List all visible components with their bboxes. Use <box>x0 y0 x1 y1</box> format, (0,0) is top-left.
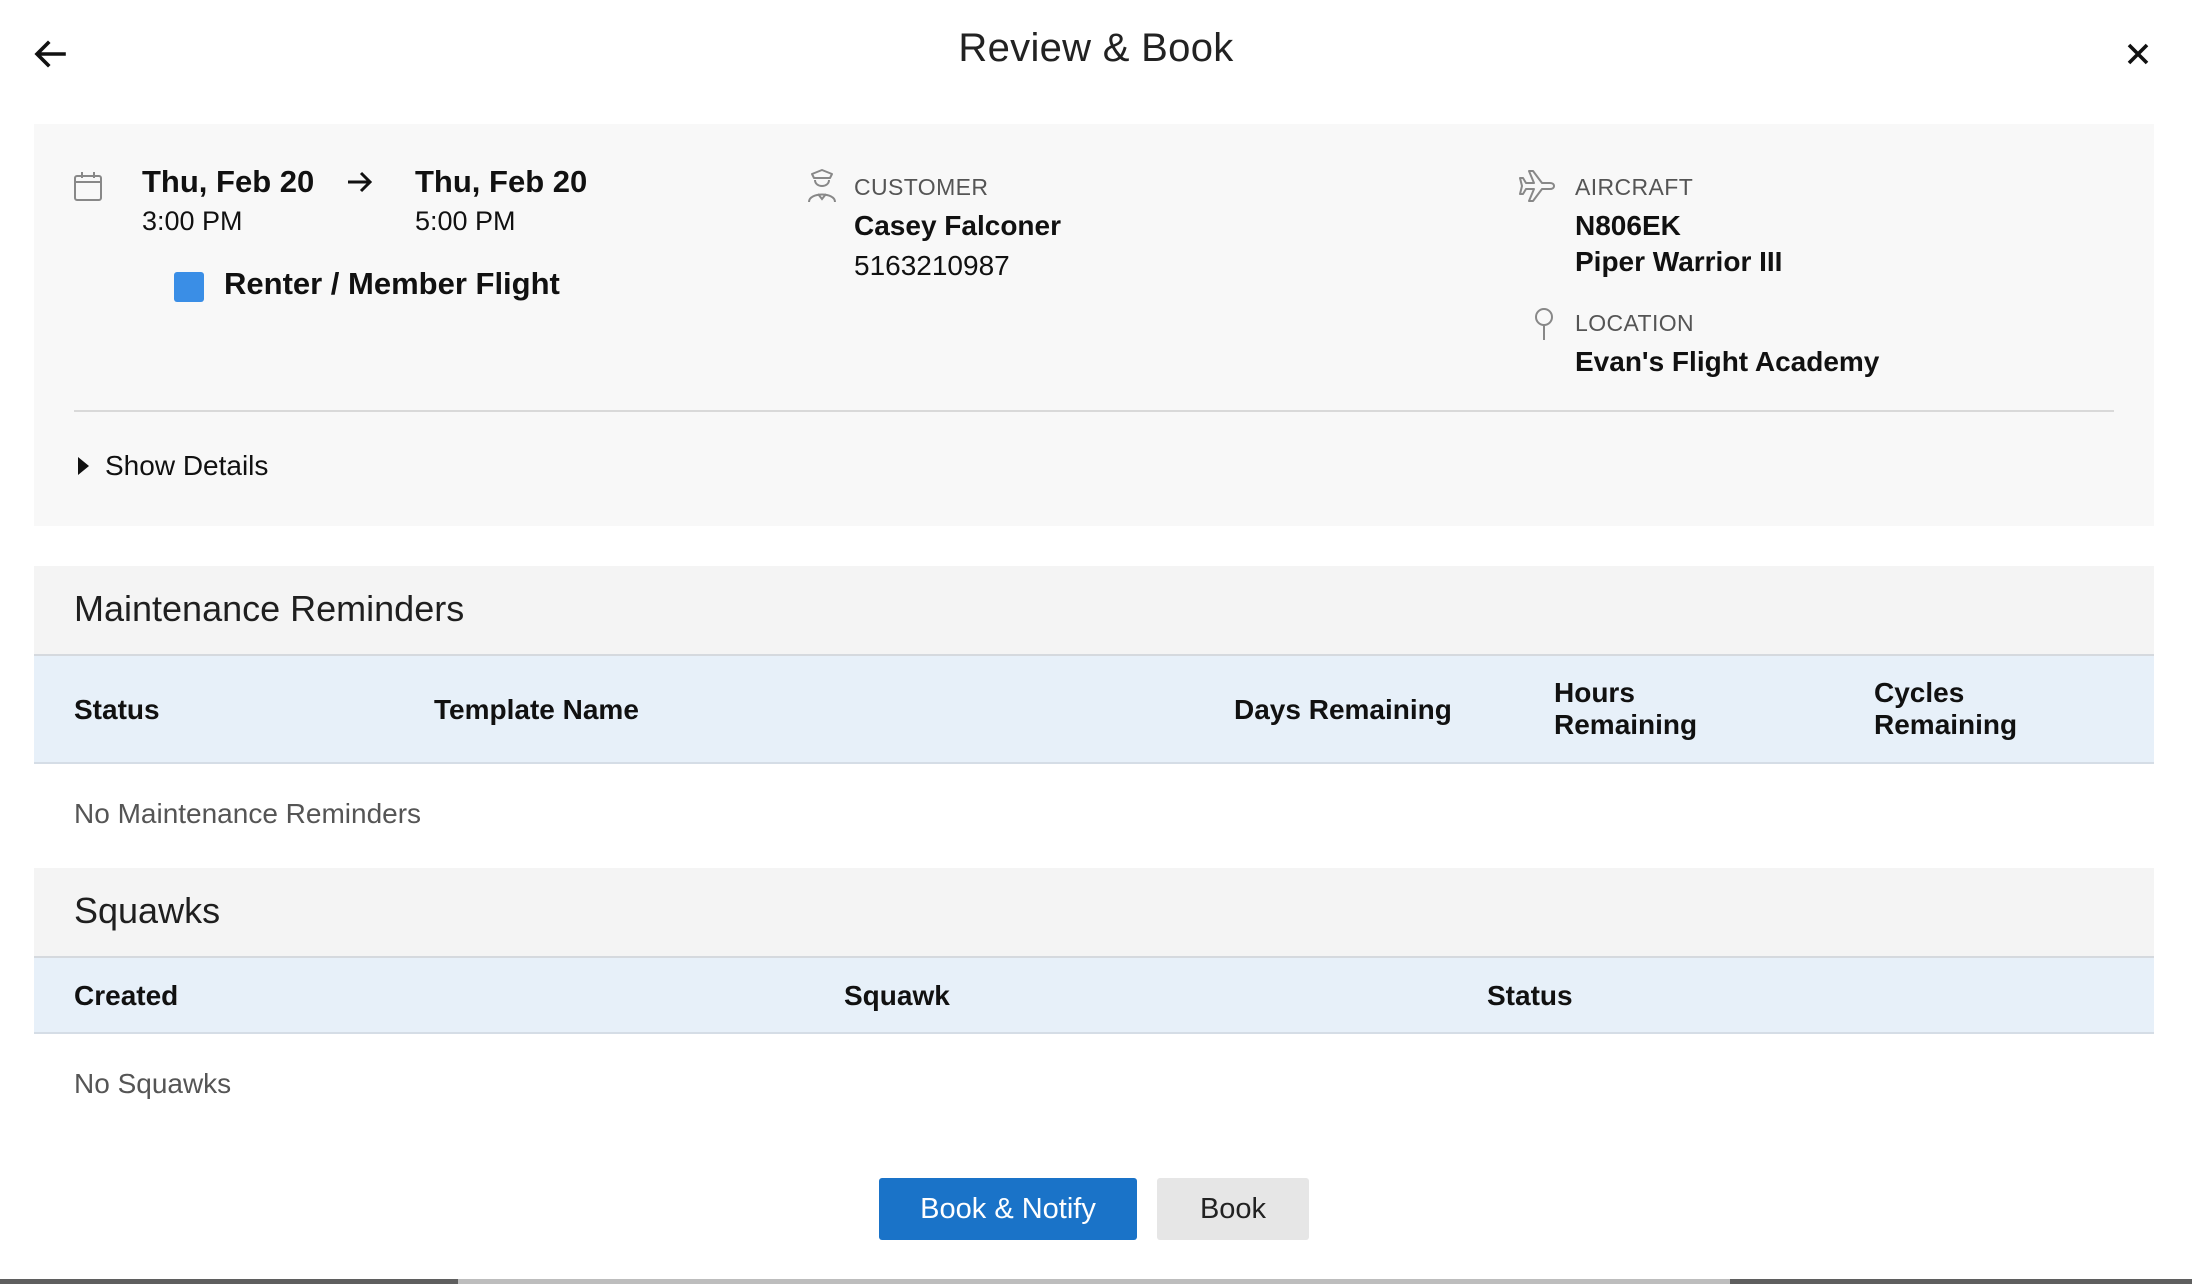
pilot-icon <box>808 169 836 203</box>
end-date: Thu, Feb 20 <box>415 164 588 199</box>
maintenance-table-header: Status Template Name Days Remaining Hour… <box>34 656 2154 764</box>
arrow-right-icon <box>348 171 373 193</box>
calendar-icon <box>74 172 102 201</box>
col-cycles-remaining-line2: Remaining <box>1874 709 2018 740</box>
flight-type-color-swatch <box>174 272 204 302</box>
squawks-section-header: Squawks <box>34 868 2154 958</box>
customer-name: Casey Falconer <box>854 210 1061 241</box>
squawks-section-title: Squawks <box>74 890 221 931</box>
book-and-notify-button[interactable]: Book & Notify <box>879 1178 1137 1240</box>
maintenance-section-header: Maintenance Reminders <box>34 566 2154 656</box>
aircraft-caption: AIRCRAFT <box>1575 174 1694 200</box>
close-icon <box>2127 43 2149 65</box>
maintenance-section-title: Maintenance Reminders <box>74 588 465 629</box>
customer-phone: 5163210987 <box>854 250 1010 281</box>
col-hours-remaining-line2: Remaining <box>1554 709 1698 740</box>
col-status[interactable]: Status <box>74 694 160 726</box>
squawks-empty-message: No Squawks <box>74 1068 232 1099</box>
col-template-name[interactable]: Template Name <box>434 694 639 726</box>
col-cycles-remaining-line1: Cycles <box>1874 677 1965 708</box>
map-pin-icon <box>1535 308 1553 340</box>
show-details-toggle[interactable]: Show Details <box>74 446 268 486</box>
summary-divider <box>74 410 2114 412</box>
caret-right-icon <box>78 457 89 475</box>
show-details-label: Show Details <box>105 450 269 481</box>
squawks-table-header: Created Squawk Status <box>34 958 2154 1034</box>
booking-summary: Thu, Feb 20 3:00 PM Thu, Feb 20 5:00 PM … <box>34 124 2154 526</box>
col-squawk[interactable]: Squawk <box>844 980 950 1012</box>
aircraft-model: Piper Warrior III <box>1575 246 1783 277</box>
customer-caption: CUSTOMER <box>854 174 989 200</box>
dialog-title: Review & Book <box>958 26 1234 70</box>
col-hours-remaining-line1: Hours <box>1554 677 1635 708</box>
col-cycles-remaining[interactable]: Cycles Remaining <box>1874 677 2017 741</box>
location-name: Evan's Flight Academy <box>1575 346 1880 377</box>
book-button[interactable]: Book <box>1157 1178 1309 1240</box>
col-created[interactable]: Created <box>74 980 178 1012</box>
start-date: Thu, Feb 20 <box>142 164 315 199</box>
scrollbar-thumb[interactable] <box>458 1279 1730 1284</box>
col-squawk-status[interactable]: Status <box>1487 980 1573 1012</box>
flight-type-label: Renter / Member Flight <box>224 266 560 301</box>
col-hours-remaining[interactable]: Hours Remaining <box>1554 677 1697 741</box>
col-days-remaining[interactable]: Days Remaining <box>1234 694 1452 726</box>
start-time: 3:00 PM <box>142 206 243 236</box>
end-time: 5:00 PM <box>415 206 516 236</box>
close-button[interactable] <box>2116 32 2160 76</box>
dialog-header: Review & Book <box>0 0 2192 106</box>
airplane-icon <box>1519 170 1555 202</box>
aircraft-tail-number: N806EK <box>1575 210 1681 241</box>
maintenance-empty-message: No Maintenance Reminders <box>74 798 422 829</box>
location-caption: LOCATION <box>1575 310 1695 336</box>
horizontal-scrollbar[interactable] <box>0 1279 2192 1284</box>
